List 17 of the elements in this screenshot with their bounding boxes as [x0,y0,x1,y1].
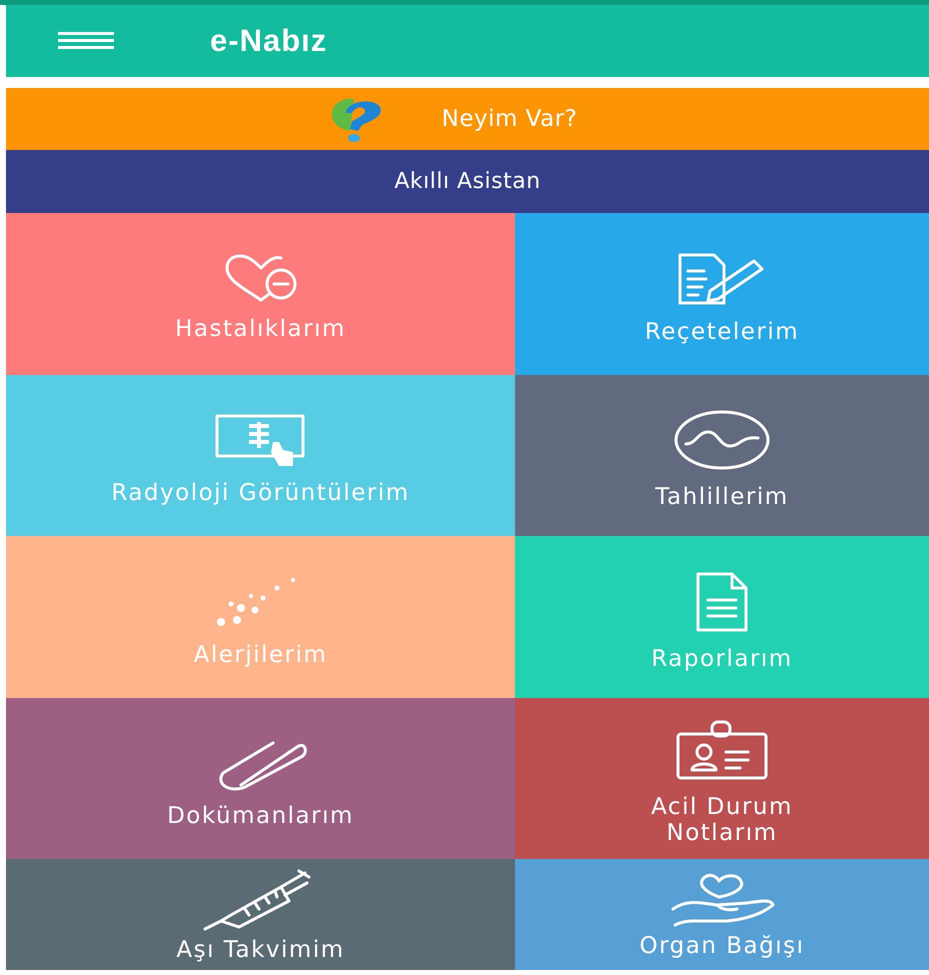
menu-tile[interactable]: Radyoloji Görüntülerim [6,374,515,536]
menu-tile[interactable]: Tahlillerim [515,374,929,536]
app-title: e-Nabız [210,23,328,59]
symptom-checker-banner[interactable]: Neyim Var? [6,88,929,150]
menu-tile[interactable]: Aşı Takvimim [6,859,515,970]
menu-tile[interactable]: Dokümanlarım [6,698,515,859]
heart-minus-icon [222,254,298,304]
menu-tile[interactable]: Organ Bağışı [515,859,929,970]
id-badge-icon [674,718,770,782]
menu-tile[interactable]: Hastalıklarım [6,213,515,374]
wave-circle-icon [672,408,772,472]
menu-tile[interactable]: Reçetelerim [515,213,929,374]
menu-tile[interactable]: Alerjilerim [6,536,515,698]
menu-tile[interactable]: Raporlarım [515,536,929,698]
menu-icon[interactable] [58,32,114,50]
assistant-banner[interactable]: Akıllı Asistan [6,150,929,213]
menu-tile[interactable]: Acil Durum Notlarım [515,698,929,859]
